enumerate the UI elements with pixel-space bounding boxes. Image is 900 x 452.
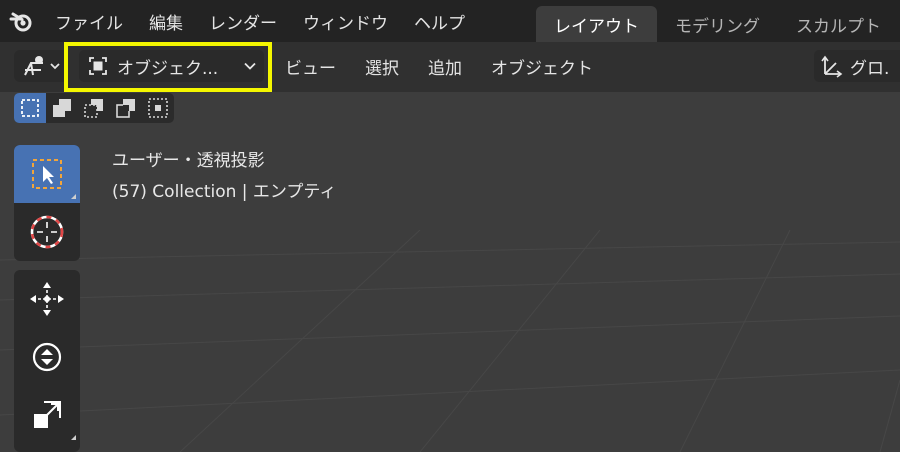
workspace-tabs: レイアウト モデリング スカルプト	[536, 6, 899, 42]
collection-info: (57) Collection | エンプティ	[112, 182, 337, 202]
tab-modeling[interactable]: モデリング	[657, 6, 778, 42]
top-menu-bar: ファイル 編集 レンダー ウィンドウ ヘルプ レイアウト モデリング スカルプト	[0, 0, 900, 42]
menu-object[interactable]: オブジェクト	[491, 50, 593, 82]
select-set-new-icon[interactable]	[14, 93, 46, 123]
editor-type-icon	[24, 56, 43, 76]
cursor-icon[interactable]	[14, 203, 80, 261]
select-subtract-icon[interactable]	[78, 93, 110, 123]
tab-sculpting[interactable]: スカルプト	[778, 6, 899, 42]
chevron-down-icon	[50, 63, 60, 70]
viewport-grid-floor	[0, 230, 900, 452]
tool-options-indicator	[71, 435, 76, 440]
select-box-icon[interactable]	[14, 145, 80, 203]
menu-render[interactable]: レンダー	[196, 0, 290, 42]
menu-file[interactable]: ファイル	[42, 0, 136, 42]
select-extend-icon[interactable]	[46, 93, 78, 123]
move-icon[interactable]	[14, 270, 80, 328]
editor-type-button[interactable]	[14, 50, 68, 82]
select-intersect-icon[interactable]	[142, 93, 174, 123]
rotate-icon[interactable]	[14, 328, 80, 386]
select-invert-icon[interactable]	[110, 93, 142, 123]
menu-select[interactable]: 選択	[365, 50, 399, 82]
selection-mode-row	[14, 93, 174, 123]
menu-edit[interactable]: 編集	[136, 0, 196, 42]
menu-window[interactable]: ウィンドウ	[290, 0, 401, 42]
highlight-box	[64, 42, 272, 92]
menu-add[interactable]: 追加	[428, 50, 462, 82]
menu-view[interactable]: ビュー	[285, 50, 336, 82]
blender-logo-icon[interactable]	[0, 0, 42, 42]
toolbar-transform-group	[14, 270, 80, 452]
orientation-icon	[821, 55, 843, 78]
view-name: ユーザー・透視投影	[112, 151, 265, 171]
transform-orientation-dropdown[interactable]: グロ.	[814, 50, 900, 82]
orientation-label: グロ.	[850, 58, 890, 79]
toolbar-select-group	[14, 145, 80, 261]
menu-help[interactable]: ヘルプ	[401, 0, 478, 42]
tab-layout[interactable]: レイアウト	[536, 6, 657, 42]
scale-icon[interactable]	[14, 386, 80, 444]
tool-options-indicator	[71, 194, 76, 199]
